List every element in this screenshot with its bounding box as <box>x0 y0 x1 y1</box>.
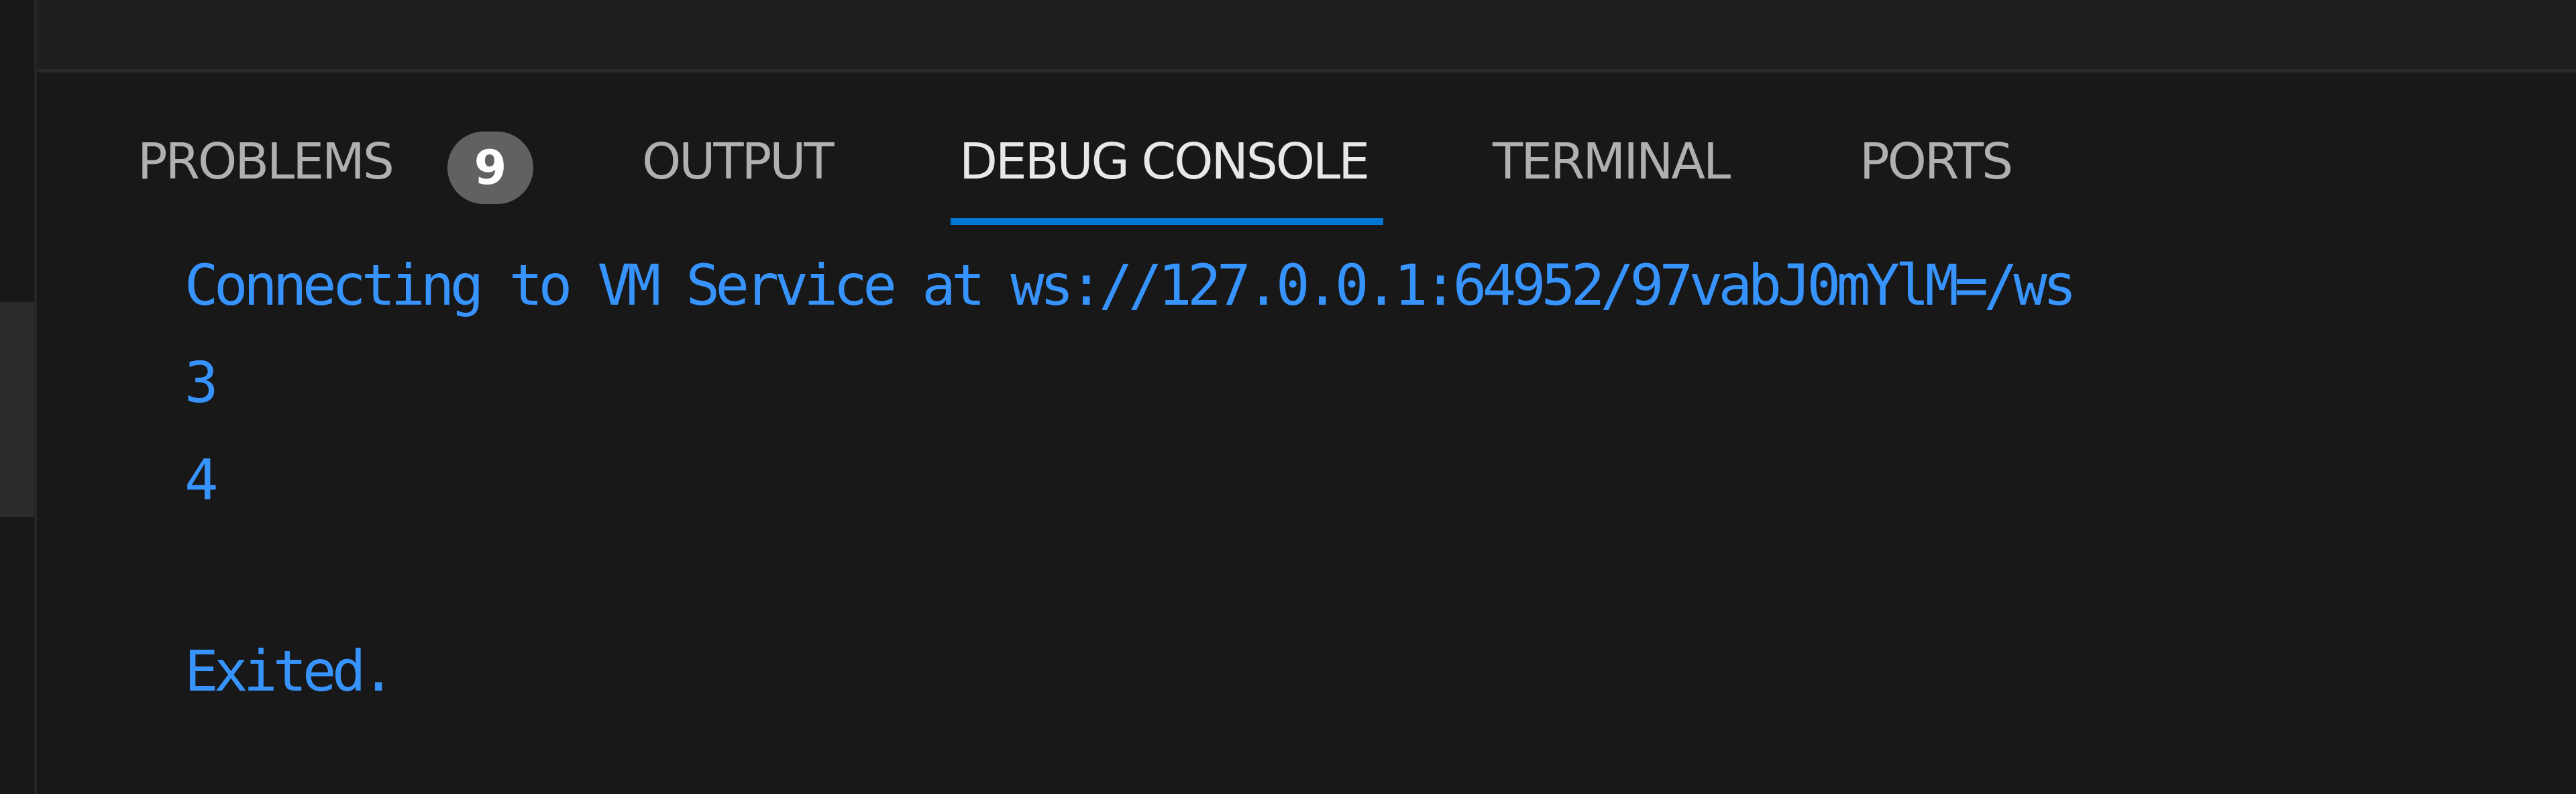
editor-area <box>37 0 2576 69</box>
panel-tabs: PROBLEMS 9 OUTPUT DEBUG CONSOLE TERMINAL… <box>40 72 2576 230</box>
tab-label: OUTPUT <box>642 133 835 191</box>
tab-terminal[interactable]: TERMINAL <box>1493 132 1731 192</box>
tab-output[interactable]: OUTPUT <box>642 132 835 192</box>
console-line: Connecting to VM Service at ws://127.0.0… <box>184 252 2077 318</box>
console-line: 4 <box>184 447 219 513</box>
active-tab-indicator <box>951 218 1383 225</box>
tab-label: PROBLEMS <box>138 133 394 191</box>
problems-count-badge: 9 <box>447 132 533 204</box>
console-line: 3 <box>184 350 219 415</box>
sidebar-sash[interactable] <box>0 302 34 517</box>
tab-label: TERMINAL <box>1493 133 1731 191</box>
console-line: Exited. <box>184 638 395 704</box>
tab-label: PORTS <box>1860 133 2013 191</box>
activity-edge <box>0 0 37 794</box>
tab-problems[interactable]: PROBLEMS <box>138 132 394 192</box>
debug-console-output[interactable]: Connecting to VM Service at ws://127.0.0… <box>184 240 2576 704</box>
tab-label: DEBUG CONSOLE <box>959 133 1370 191</box>
tab-ports[interactable]: PORTS <box>1860 132 2013 192</box>
tab-debug-console[interactable]: DEBUG CONSOLE <box>959 132 1370 192</box>
bottom-panel: PROBLEMS 9 OUTPUT DEBUG CONSOLE TERMINAL… <box>40 72 2576 794</box>
